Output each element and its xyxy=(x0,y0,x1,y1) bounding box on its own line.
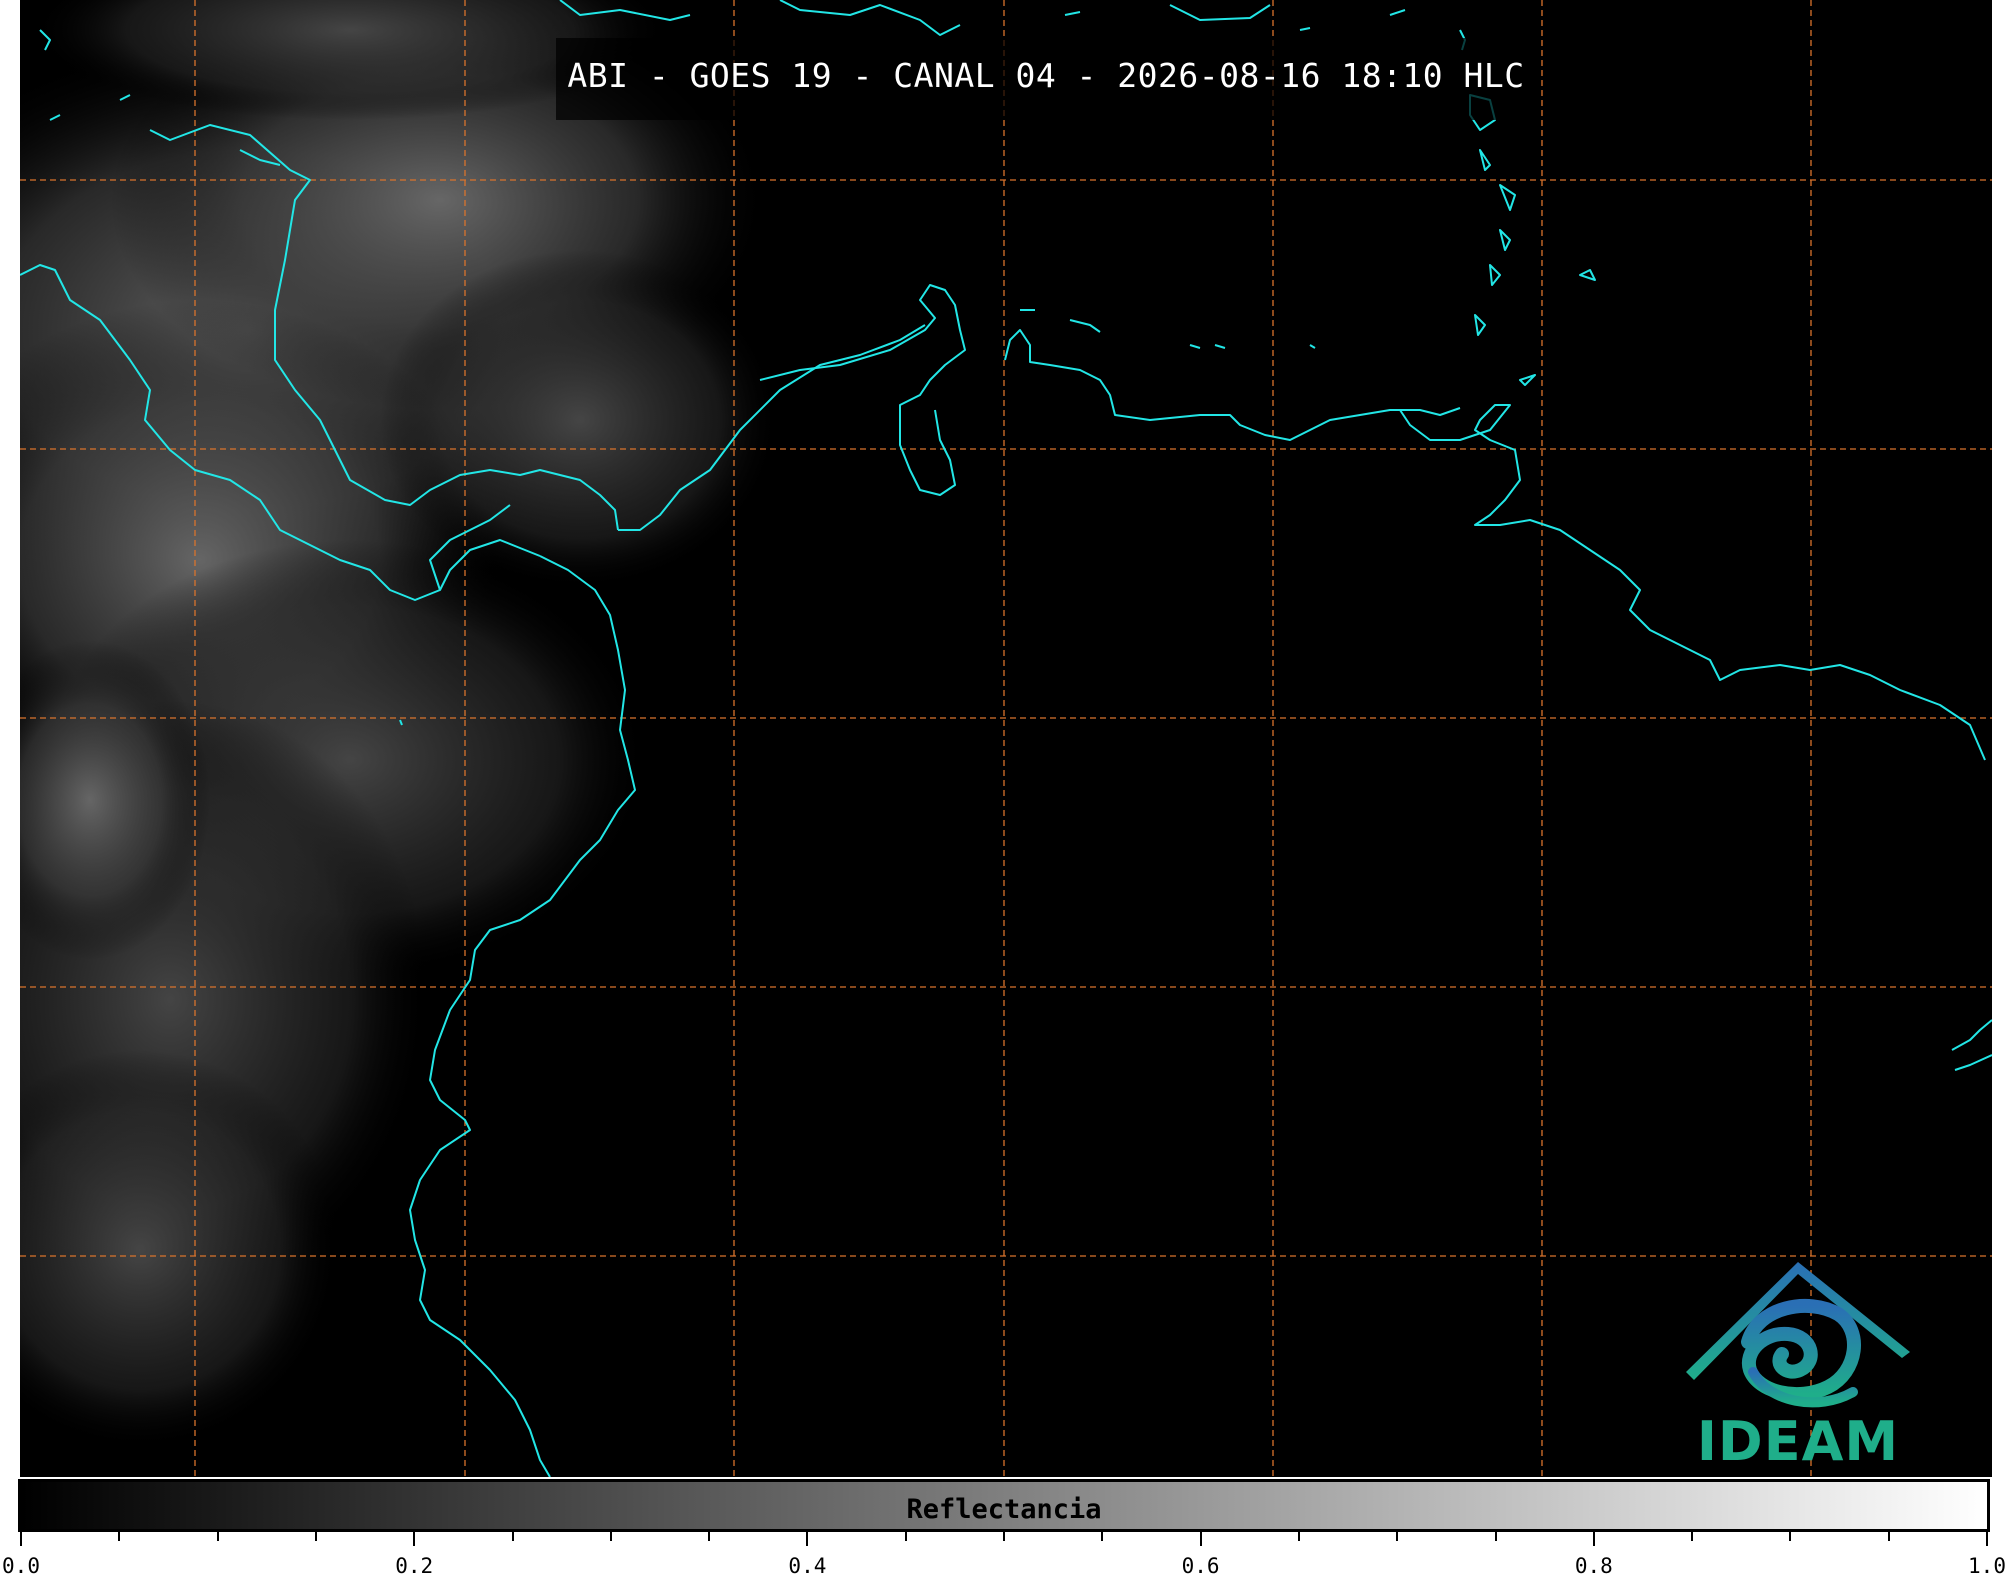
colorbar-major-tick xyxy=(1986,1532,1988,1546)
coastline-venezuela xyxy=(1399,404,1986,761)
colorbar-minor-tick xyxy=(1003,1532,1005,1541)
colorbar-major-tick xyxy=(20,1532,22,1546)
coastline-aruba-curacao xyxy=(1020,309,1316,349)
colorbar-minor-tick xyxy=(1297,1532,1300,1541)
colorbar-minor-tick xyxy=(1789,1532,1792,1541)
image-title: ABI - GOES 19 - CANAL 04 - 2026-08-16 18… xyxy=(567,56,1525,95)
colorbar-major-tick xyxy=(1199,1532,1202,1546)
satellite-map: ABI - GOES 19 - CANAL 04 - 2026-08-16 18… xyxy=(20,0,1992,1477)
colorbar-label: Reflectancia xyxy=(906,1494,1102,1525)
colorbar-minor-tick xyxy=(118,1532,121,1541)
colorbar-major-tick xyxy=(413,1532,416,1546)
colorbar-minor-tick xyxy=(1691,1532,1694,1541)
colorbar-minor-tick xyxy=(708,1532,711,1541)
colorbar-tick-label: 0.0 xyxy=(2,1554,40,1578)
satellite-image-frame: ABI - GOES 19 - CANAL 04 - 2026-08-16 18… xyxy=(0,0,2011,1578)
colorbar-minor-tick xyxy=(511,1532,514,1541)
colorbar-tick-label: 1.0 xyxy=(1968,1554,2006,1578)
colorbar-minor-tick xyxy=(1101,1532,1104,1541)
colorbar-minor-tick xyxy=(1494,1532,1497,1541)
coastline-caribbean xyxy=(759,284,966,496)
ideam-andes-spiral-icon xyxy=(1686,1262,1910,1408)
colorbar-minor-tick xyxy=(1887,1532,1890,1541)
colorbar-minor-tick xyxy=(609,1532,612,1541)
colorbar-minor-tick xyxy=(1396,1532,1399,1541)
coastline-north-islands xyxy=(559,0,1406,36)
logo-text: IDEAM xyxy=(1696,1410,1900,1473)
colorbar-major-tick xyxy=(1592,1532,1595,1546)
colorbar: Reflectancia xyxy=(18,1479,1990,1532)
colorbar-minor-tick xyxy=(904,1532,907,1541)
colorbar-tick-label: 0.8 xyxy=(1574,1554,1613,1578)
coastline-east-islands xyxy=(1951,1019,1992,1071)
colorbar-tick-label: 0.6 xyxy=(1181,1554,1220,1578)
coastline-guajira xyxy=(1004,329,1461,441)
coastline-isla-margarita xyxy=(1579,269,1596,281)
ideam-logo: IDEAM xyxy=(1678,1252,1918,1473)
colorbar-tick-label: 0.4 xyxy=(788,1554,827,1578)
colorbar-tick-label: 0.2 xyxy=(395,1554,434,1578)
cloud-cover xyxy=(20,0,780,1450)
colorbar-minor-tick xyxy=(216,1532,219,1541)
colorbar-minor-tick xyxy=(314,1532,317,1541)
colorbar-major-tick xyxy=(806,1532,809,1546)
colorbar-axis: 0.0 0.2 0.4 0.6 0.8 1.0 xyxy=(0,1532,2011,1578)
